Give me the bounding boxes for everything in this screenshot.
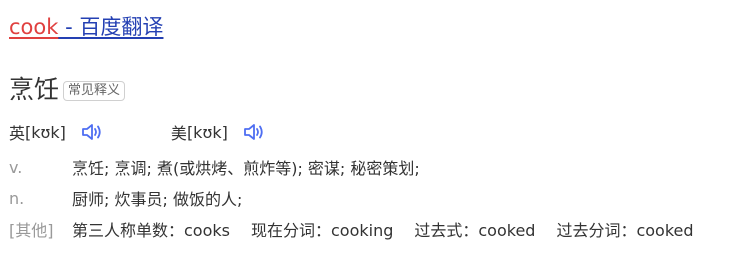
pronunciation-us-label: 美 — [170, 124, 187, 143]
speaker-icon[interactable] — [80, 121, 104, 143]
pronunciation-uk-phonetic: [kʊk] — [25, 122, 66, 142]
pronunciation-row: 英 [kʊk] 美 [kʊk] — [9, 120, 266, 144]
title-keyword[interactable]: cook — [9, 15, 58, 39]
pronunciation-uk: 英 [kʊk] — [9, 120, 104, 144]
other-forms-row: [其他] 第三人称单数：cooks 现在分词：cooking 过去式：cooke… — [9, 218, 694, 240]
common-meaning-tag: 常见释义 — [63, 81, 126, 101]
translation-card: cook - 百度翻译 烹饪 常见释义 英 [kʊk] 美 [kʊk] v. 烹… — [0, 0, 742, 253]
title-separator[interactable]: - — [58, 15, 79, 39]
definition-text: 烹饪; 烹调; 煮(或烘烤、煎炸等); 密谋; 秘密策划; — [72, 159, 420, 178]
part-of-speech: n. — [9, 188, 25, 208]
pronunciation-us-phonetic: [kʊk] — [186, 122, 228, 142]
headword-row: 烹饪 常见释义 — [9, 72, 126, 108]
definition-row-verb: v. 烹饪; 烹调; 煮(或烘烤、煎炸等); 密谋; 秘密策划; — [9, 156, 420, 179]
headword: 烹饪 — [9, 75, 60, 104]
form-present-participle: 现在分词：cooking — [250, 221, 394, 240]
speaker-icon[interactable] — [242, 121, 266, 143]
pronunciation-us: 美 [kʊk] — [171, 120, 266, 144]
form-past-participle: 过去分词：cooked — [556, 221, 694, 240]
other-forms-label: [其他] — [9, 221, 54, 240]
form-third-person: 第三人称单数：cooks — [72, 221, 230, 240]
title-site-name[interactable]: 百度翻译 — [79, 15, 163, 39]
definition-row-noun: n. 厨师; 炊事员; 做饭的人; — [9, 187, 243, 210]
part-of-speech: v. — [9, 157, 23, 177]
result-title-link[interactable]: cook - 百度翻译 — [9, 12, 163, 42]
definition-text: 厨师; 炊事员; 做饭的人; — [72, 190, 243, 209]
form-past-tense: 过去式：cooked — [414, 221, 536, 240]
pronunciation-uk-label: 英 — [9, 124, 26, 143]
word-forms: 第三人称单数：cooks 现在分词：cooking 过去式：cooked 过去分… — [72, 217, 694, 241]
